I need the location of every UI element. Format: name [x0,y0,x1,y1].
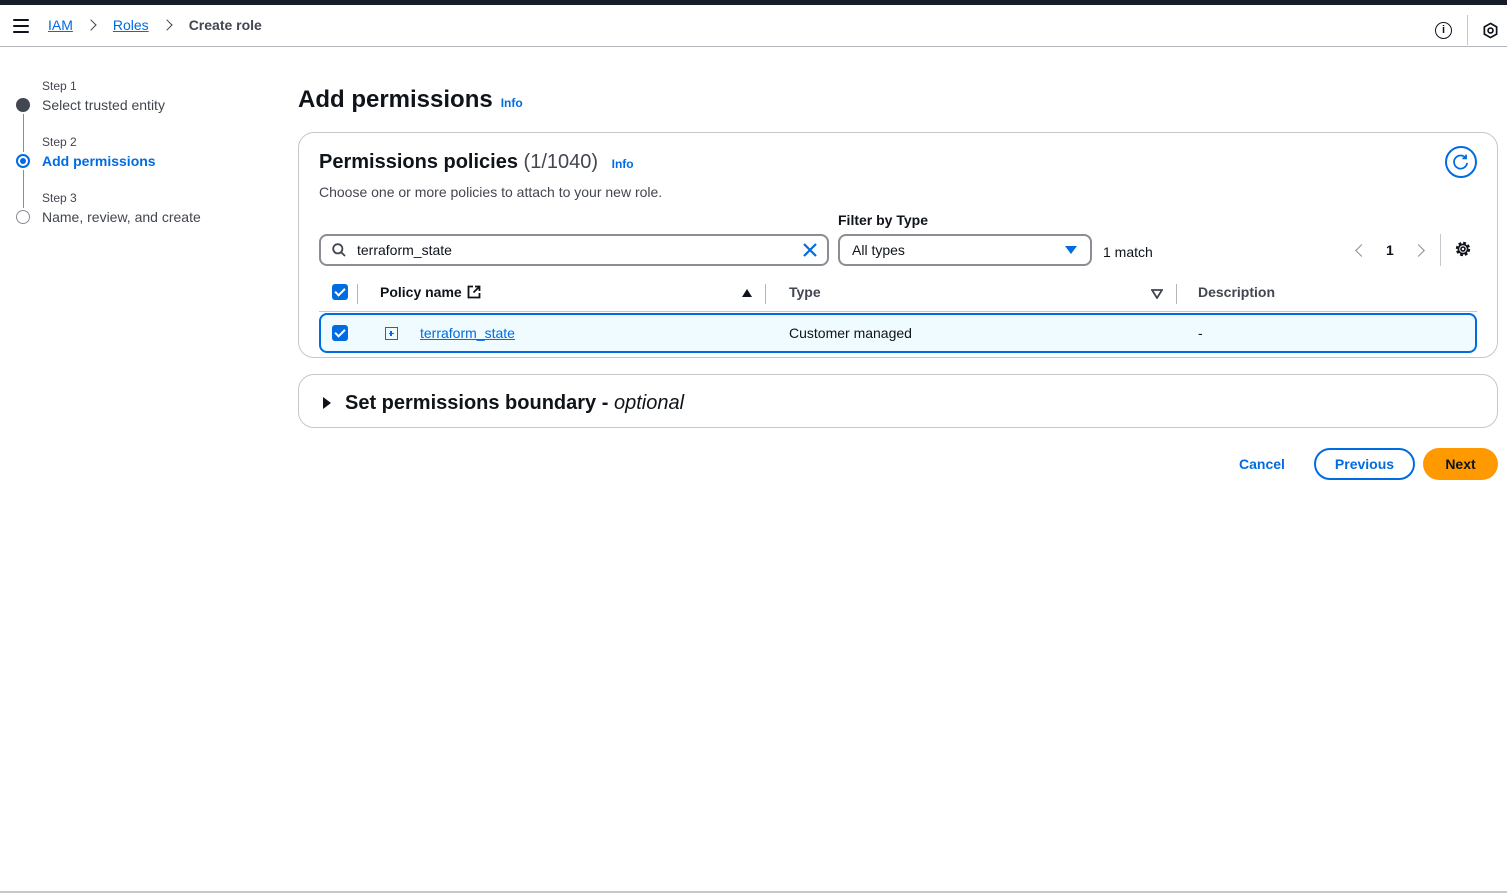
search-input[interactable] [357,240,787,260]
breadcrumb-roles[interactable]: Roles [113,17,149,33]
panel-title-text: Permissions policies [319,151,518,173]
filter-type-select[interactable]: All types [838,234,1092,266]
next-button[interactable]: Next [1423,448,1498,480]
top-bar: IAM Roles Create role i [0,5,1507,47]
column-divider [1176,284,1177,304]
refresh-icon[interactable] [1445,146,1477,178]
breadcrumb-current: Create role [188,17,262,33]
panel-title: Permissions policies (1/1040) Info [319,151,634,174]
chevron-right-icon [161,19,173,31]
pagination: 1 [1355,240,1425,260]
expand-icon[interactable] [385,327,398,340]
column-policy-name[interactable]: Policy name [380,284,481,300]
previous-button[interactable]: Previous [1314,448,1415,480]
policy-count: (1/1040) [523,151,599,173]
step-2: Step 2 Add permissions [16,134,256,208]
panel-description: Choose one or more policies to attach to… [319,184,663,200]
triangle-right-icon [323,397,331,409]
step-1-name: Select trusted entity [42,97,165,113]
step-3-name: Name, review, and create [42,209,201,225]
cloudshell-icon[interactable] [1482,22,1499,39]
column-type[interactable]: Type [789,284,821,300]
chevron-left-icon[interactable] [1355,243,1368,257]
cancel-button[interactable]: Cancel [1226,448,1298,480]
settings-icon[interactable] [1454,240,1472,258]
clear-icon[interactable] [801,241,819,259]
match-count: 1 match [1103,244,1153,260]
step-complete-icon [16,98,30,112]
table-header: Policy name Type Description [319,278,1477,312]
sort-descending-icon[interactable] [1151,289,1163,299]
step-pending-icon [16,210,30,224]
permissions-policies-panel: Permissions policies (1/1040) Info Choos… [298,132,1498,358]
info-icon[interactable]: i [1435,22,1452,39]
column-policy-name-label: Policy name [380,284,462,300]
select-all-checkbox[interactable] [332,284,348,300]
page-title-text: Add permissions [298,86,493,113]
step-2-name[interactable]: Add permissions [42,150,256,172]
filter-type-label: Filter by Type [838,212,928,228]
chevron-right-icon[interactable] [1411,243,1425,257]
page-title: Add permissions Info [298,86,523,114]
page-number[interactable]: 1 [1386,242,1394,258]
panel-info-link[interactable]: Info [612,157,634,171]
sort-ascending-icon[interactable] [742,289,752,297]
caret-down-icon [1065,246,1077,254]
divider [1440,234,1441,266]
chevron-right-icon [85,19,97,31]
external-link-icon [467,285,481,299]
breadcrumb: IAM Roles Create role [48,17,262,33]
menu-icon[interactable] [13,19,29,33]
wizard-steps: Step 1 Select trusted entity Step 2 Add … [16,78,256,246]
policy-description: - [1198,325,1203,341]
table-row[interactable]: terraform_state Customer managed - [319,313,1477,353]
filter-type-value: All types [852,242,905,258]
policy-link[interactable]: terraform_state [420,325,515,341]
search-box [319,234,829,266]
step-3-label: Step 3 [42,191,77,205]
step-3: Step 3 Name, review, and create [16,190,256,246]
column-divider [357,284,358,304]
row-checkbox[interactable] [332,325,348,341]
policy-type: Customer managed [789,325,912,341]
step-1-label: Step 1 [42,79,77,93]
permissions-boundary-section[interactable]: Set permissions boundary - optional [298,374,1498,428]
boundary-title: Set permissions boundary - optional [345,392,684,415]
boundary-title-text: Set permissions boundary - [345,392,614,414]
search-icon [332,243,346,257]
boundary-optional: optional [613,392,685,414]
column-description[interactable]: Description [1198,284,1275,300]
step-1: Step 1 Select trusted entity [16,78,256,152]
divider [1467,15,1468,45]
breadcrumb-iam[interactable]: IAM [48,17,73,33]
page-info-link[interactable]: Info [501,96,523,110]
step-current-icon [16,154,30,168]
column-divider [765,284,766,304]
step-2-label: Step 2 [42,135,77,149]
